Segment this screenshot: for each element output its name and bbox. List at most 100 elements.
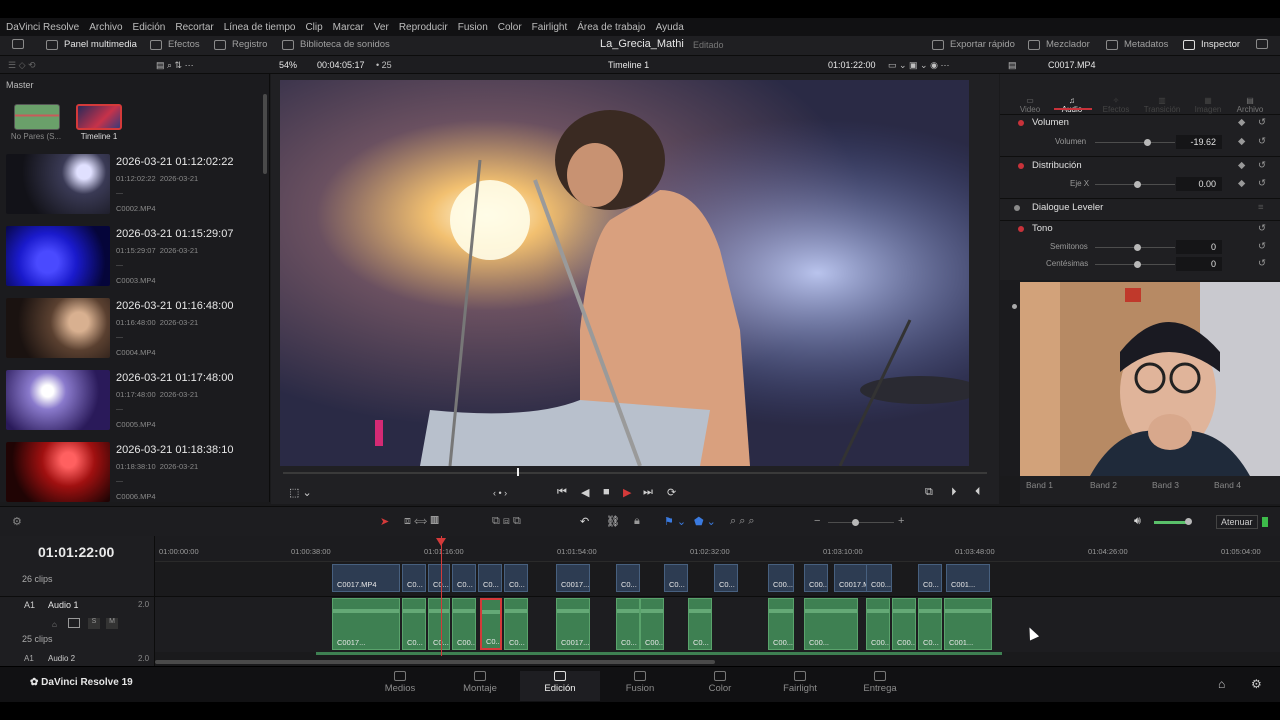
keyframe-icon[interactable]: ◆	[1238, 117, 1245, 128]
zoom-in-icon[interactable]: +	[898, 515, 904, 527]
audio-clip[interactable]: C0...	[428, 598, 450, 650]
zoom-tools-icon[interactable]: ⌕ ⌕ ⌕	[730, 515, 755, 528]
toolbar-options-icon[interactable]: ⚙	[12, 515, 22, 528]
menu-playback[interactable]: Reproducir	[399, 22, 448, 33]
semitones-knob[interactable]	[1134, 244, 1141, 251]
match-frame-icon[interactable]: ⧉	[925, 486, 933, 499]
audio-track-a2-strip[interactable]	[316, 652, 1002, 655]
audio-clip[interactable]: C001...	[944, 598, 992, 650]
video-frame[interactable]	[280, 80, 969, 466]
page-media[interactable]: Medios	[360, 671, 440, 694]
reset-icon[interactable]: ↺	[1258, 117, 1266, 128]
selection-tool-icon[interactable]: ➤	[380, 515, 389, 528]
band-2[interactable]: Band 2	[1090, 480, 1117, 490]
audio-clip[interactable]: C00...	[866, 598, 890, 650]
marker-icon[interactable]: ⬟ ⌄	[694, 515, 716, 528]
menu-workspace[interactable]: Área de trabajo	[577, 22, 645, 33]
audio-clip[interactable]: C0...	[688, 598, 712, 650]
loop-icon[interactable]: ⟳	[667, 486, 676, 499]
clip-item[interactable]: 2026-03-21 01:12:02:22 01:12:02:22 2026-…	[6, 154, 258, 218]
reset-icon[interactable]: ↺	[1258, 258, 1266, 269]
video-clip[interactable]: C0...	[918, 564, 942, 592]
inspector-button[interactable]: Inspector	[1183, 39, 1240, 50]
attenuate-button[interactable]: Atenuar	[1216, 515, 1258, 529]
volume-slider[interactable]	[1095, 142, 1175, 143]
insert-tools-icon[interactable]: ⧉ ⧈ ⧉	[492, 515, 521, 528]
cents-value[interactable]: 0	[1176, 257, 1222, 271]
audio-clip[interactable]: C00...	[892, 598, 916, 650]
menu-app[interactable]: DaVinci Resolve	[6, 22, 79, 33]
volume-knob[interactable]	[1144, 139, 1151, 146]
semitones-value[interactable]: 0	[1176, 240, 1222, 254]
menu-edit[interactable]: Edición	[133, 22, 166, 33]
zoom-level[interactable]: 54%	[279, 60, 297, 70]
keyframe-icon[interactable]: ◆	[1238, 160, 1245, 171]
keyframe-icon[interactable]: ◆	[1238, 178, 1245, 189]
monitor-level-slider[interactable]	[1154, 521, 1188, 524]
clip-item[interactable]: 2026-03-21 01:17:48:00 01:17:48:00 2026-…	[6, 370, 258, 434]
menu-icon[interactable]: ≡	[1258, 202, 1264, 213]
video-clip[interactable]: C0017...	[556, 564, 590, 592]
video-clip[interactable]: C0...	[616, 564, 640, 592]
menu-help[interactable]: Ayuda	[656, 22, 684, 33]
zoom-slider[interactable]	[828, 522, 894, 523]
audio-clip[interactable]: C0...	[402, 598, 426, 650]
band-1[interactable]: Band 1	[1026, 480, 1053, 490]
media-pool-button[interactable]: Panel multimedia	[46, 39, 137, 50]
timeline-playhead[interactable]	[441, 536, 442, 656]
menu-view[interactable]: Ver	[374, 22, 389, 33]
menu-fusion[interactable]: Fusion	[458, 22, 488, 33]
menu-clip[interactable]: Clip	[305, 22, 322, 33]
audio-clip-selected[interactable]: C0...	[480, 598, 502, 650]
tab-effects[interactable]: ✧ Efectos	[1096, 96, 1136, 114]
tab-audio[interactable]: ♫Audio	[1052, 96, 1092, 114]
pan-knob[interactable]	[1134, 181, 1141, 188]
page-deliver[interactable]: Entrega	[840, 671, 920, 694]
video-clip[interactable]: C0...	[714, 564, 738, 592]
reset-icon[interactable]: ↺	[1258, 160, 1266, 171]
media-pool-tools[interactable]: ☰ ◇ ⟲	[8, 60, 36, 71]
eq-enable-dot[interactable]	[1012, 304, 1017, 309]
menu-trim[interactable]: Recortar	[175, 22, 213, 33]
flag-icon[interactable]: ⚑ ⌄	[664, 515, 686, 528]
timeline-scrollbar[interactable]	[155, 660, 715, 664]
audio-clip[interactable]: C00...	[768, 598, 794, 650]
audio-clip[interactable]: C00...	[452, 598, 476, 650]
tab-file[interactable]: ▤ Archivo	[1230, 96, 1270, 114]
video-clip[interactable]: C0...	[402, 564, 426, 592]
video-clip[interactable]: C0...	[478, 564, 502, 592]
timeline-ruler[interactable]: 01:00:00:00 01:00:38:00 01:01:16:00 01:0…	[155, 536, 1280, 562]
volume-value[interactable]: -19.62	[1176, 135, 1222, 149]
speaker-icon[interactable]: 🔊︎	[1134, 515, 1141, 528]
audio-clip[interactable]: C00...	[804, 598, 858, 650]
scrub-playhead[interactable]	[517, 468, 519, 476]
metadata-button[interactable]: Metadatos	[1106, 39, 1168, 50]
prev-icon[interactable]: ⏴	[975, 486, 981, 499]
trim-tool-icon[interactable]: ⧈ ⟺ ▦	[404, 515, 439, 528]
snapping-icon[interactable]: ↶	[580, 515, 589, 528]
tab-video[interactable]: ▭ Video	[1010, 96, 1050, 114]
audio-clip[interactable]: C0017...	[556, 598, 590, 650]
solo-button[interactable]: S	[88, 618, 100, 629]
keyframe-icon[interactable]: ◆	[1238, 136, 1245, 147]
jog-control[interactable]: ‹ • ›	[493, 488, 507, 498]
enable-toggle[interactable]	[1018, 226, 1024, 232]
skip-end-icon[interactable]: ⏭	[643, 486, 653, 499]
clip-item[interactable]: 2026-03-21 01:16:48:00 01:16:48:00 2026-…	[6, 298, 258, 362]
page-cut[interactable]: Montaje	[440, 671, 520, 694]
reset-icon[interactable]: ↺	[1258, 241, 1266, 252]
viewer-scrubber[interactable]	[283, 472, 987, 474]
reset-icon[interactable]: ↺	[1258, 136, 1266, 147]
enable-toggle[interactable]	[1018, 163, 1024, 169]
stop-icon[interactable]: ■	[603, 486, 610, 498]
page-color[interactable]: Color	[680, 671, 760, 694]
audio2-track-name[interactable]: Audio 2	[48, 654, 75, 663]
audio-clip[interactable]: C0017...	[332, 598, 400, 650]
page-fusion[interactable]: Fusion	[600, 671, 680, 694]
bin-thumb-compound[interactable]	[14, 104, 60, 130]
audio-clip[interactable]: C00...	[640, 598, 664, 650]
video-clip[interactable]: C00...	[866, 564, 892, 592]
menu-file[interactable]: Archivo	[89, 22, 122, 33]
mute-button[interactable]: M	[106, 618, 118, 629]
pan-value[interactable]: 0.00	[1176, 177, 1222, 191]
